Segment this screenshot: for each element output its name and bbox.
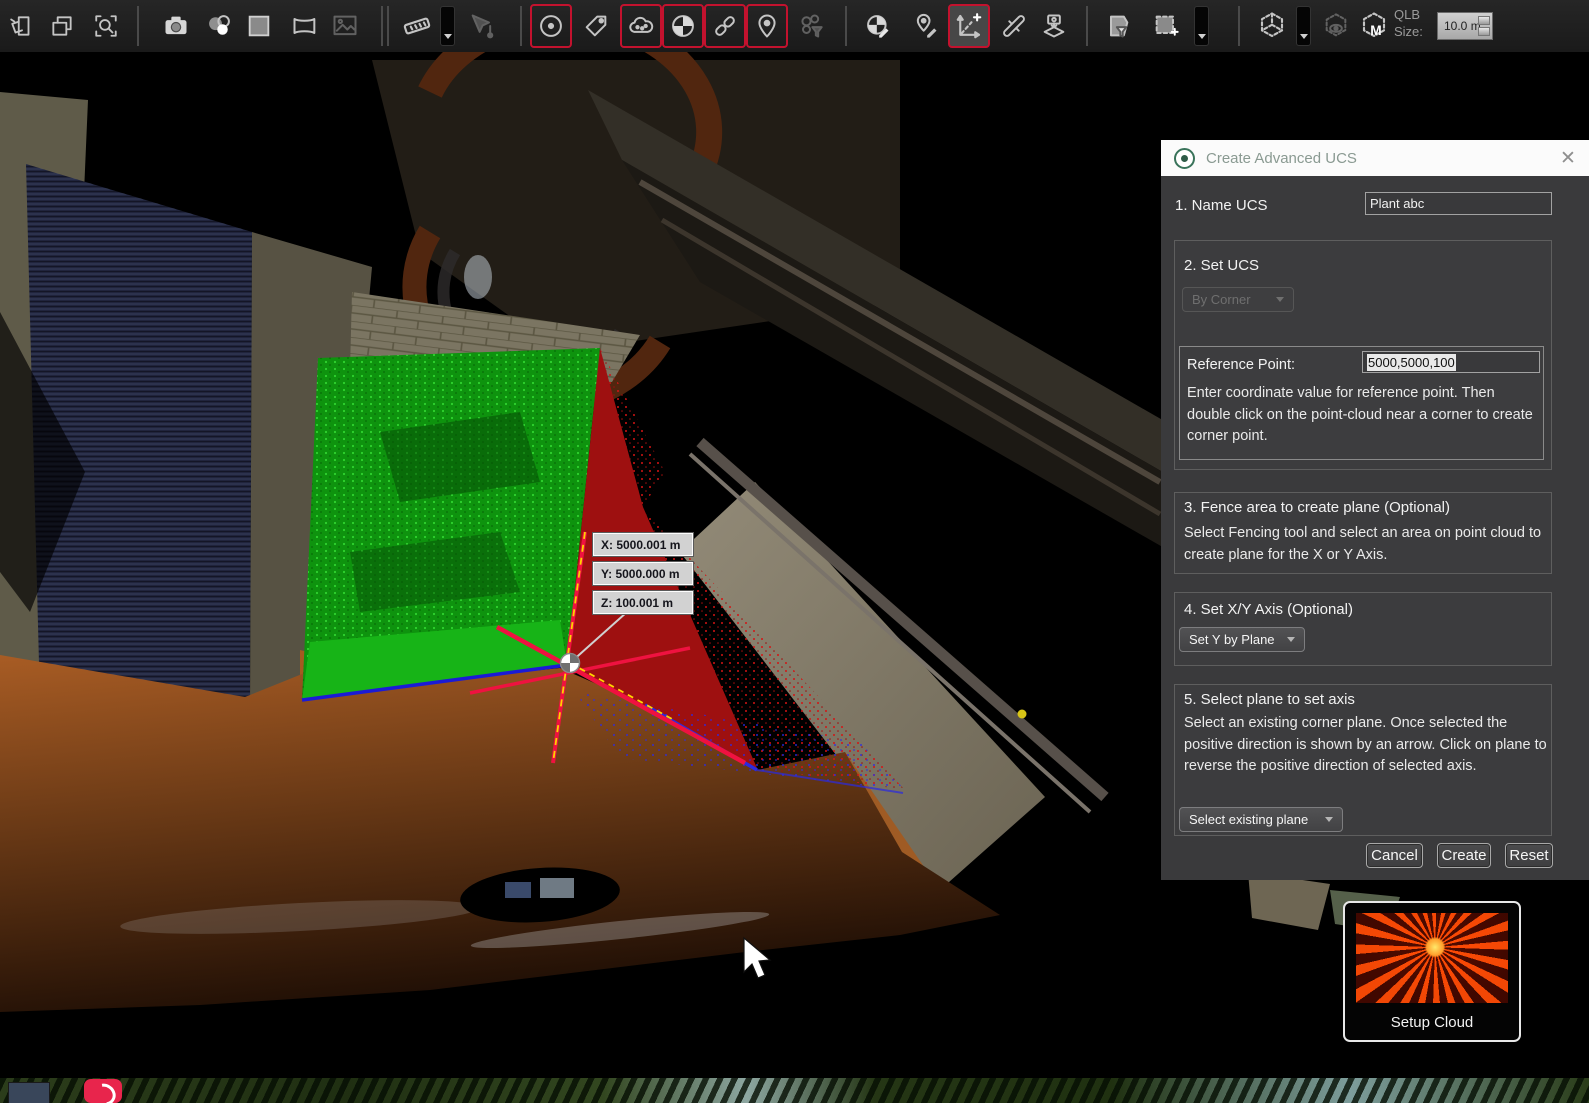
name-ucs-input[interactable]: Plant abc [1365,192,1552,215]
ruler-icon[interactable] [400,4,434,48]
chevron-down-icon [444,34,452,39]
setup-cloud-label: Setup Cloud [1345,1014,1519,1031]
create-button[interactable]: Create [1437,843,1491,868]
select-plane-dropdown[interactable]: Select existing plane [1179,807,1343,832]
photo-thumbnail[interactable] [8,1082,50,1103]
cancel-button[interactable]: Cancel [1366,843,1423,868]
cube-model-icon[interactable]: M [1354,4,1394,48]
pipe-glint [464,255,492,299]
set-ucs-label: 2. Set UCS [1184,257,1259,274]
svg-text:M: M [1370,23,1381,38]
location-pin-icon[interactable] [746,4,788,48]
reset-button[interactable]: Reset [1505,843,1553,868]
view-cube-icon[interactable] [1252,4,1292,48]
point-marker-icon[interactable] [530,4,572,48]
toolbar-divider [520,6,522,46]
select-plane-instructions: Select an existing corner plane. Once se… [1184,713,1550,778]
set-ucs-dropdown-value: By Corner [1192,292,1251,307]
tag-annotation-icon[interactable] [576,4,616,48]
reference-point-label: Reference Point: [1187,357,1295,373]
dialog-header[interactable]: Create Advanced UCS ✕ [1161,140,1589,176]
color-balls-icon[interactable] [199,4,239,48]
cube-dropdown[interactable] [1296,6,1311,46]
close-icon[interactable]: ✕ [1557,147,1579,170]
toolbar-divider [1238,6,1240,46]
main-toolbar: M QLBSize: 10.0 m [0,0,1589,53]
create-advanced-ucs-dialog: Create Advanced UCS ✕ 1. Name UCS Plant … [1161,140,1589,880]
panorama-photo-strip[interactable] [0,1078,1589,1103]
fence-area-group: 3. Fence area to create plane (Optional)… [1174,492,1552,574]
set-ucs-dropdown[interactable]: By Corner [1182,287,1294,312]
name-ucs-label: 1. Name UCS [1175,197,1268,214]
qlb-size-label: QLBSize: [1394,6,1423,40]
camera-icon[interactable] [156,4,196,48]
chevron-down-icon [1325,817,1333,822]
toolbar-divider [137,6,139,46]
clipping-palette-icon[interactable] [1098,4,1138,48]
reference-point-box: Reference Point: 5000,5000,100 Enter coo… [1179,346,1544,460]
toolbar-divider [387,6,389,46]
chevron-down-icon [1300,34,1308,39]
toolbar-divider [381,6,383,46]
reference-point-input[interactable]: 5000,5000,100 [1362,351,1540,373]
edit-target-icon[interactable] [858,4,898,48]
dialog-title: Create Advanced UCS [1206,150,1357,167]
selection-dropdown[interactable] [1194,6,1209,46]
reference-point-value: 5000,5000,100 [1367,354,1456,371]
create-ucs-icon[interactable] [948,4,990,48]
qlb-size-input[interactable]: 10.0 m [1437,12,1493,40]
select-plane-label: 5. Select plane to set axis [1184,691,1355,708]
hole-object [540,878,574,898]
reference-point-instructions: Enter coordinate value for reference poi… [1187,383,1541,448]
green-corner-plane[interactable] [302,348,600,700]
set-axis-label: 4. Set X/Y Axis (Optional) [1184,601,1353,618]
link-measure-icon[interactable] [704,4,746,48]
selection-rect-icon[interactable] [1146,4,1186,48]
select-plane-group: 5. Select plane to set axis Select an ex… [1174,684,1552,836]
toolbar-divider [1086,6,1088,46]
panorama-icon[interactable] [285,4,325,48]
qlb-spinner-buttons[interactable] [1478,16,1490,36]
tooltip-x: X: 5000.001 m [593,533,693,556]
tooltip-y: Y: 5000.000 m [593,562,693,585]
toolbar-divider [845,6,847,46]
measure-wand-icon[interactable] [994,4,1034,48]
zoom-region-icon[interactable] [86,4,126,48]
solid-square-icon[interactable] [239,4,279,48]
yellow-marker [1018,710,1027,719]
hole-object [505,882,531,898]
set-ucs-group: 2. Set UCS By Corner Reference Point: 50… [1174,240,1552,470]
cursor-temperature-icon[interactable] [462,4,502,48]
fence-area-instructions: Select Fencing tool and select an area o… [1184,523,1544,566]
projector-icon[interactable] [1034,4,1074,48]
ucs-dialog-icon [1174,148,1195,169]
setup-cloud-image [1356,913,1508,1003]
select-plane-dropdown-value: Select existing plane [1189,812,1308,827]
tooltip-z: Z: 100.001 m [593,591,693,614]
palm-fronds [0,1078,1589,1103]
setup-cloud-thumbnail[interactable]: Setup Cloud [1343,901,1521,1042]
filter-targets-icon[interactable] [790,4,830,48]
import-project-icon[interactable] [2,4,42,48]
cloud-annotation-icon[interactable] [620,4,662,48]
set-axis-group: 4. Set X/Y Axis (Optional) Set Y by Plan… [1174,592,1552,666]
set-axis-dropdown[interactable]: Set Y by Plane [1179,627,1305,652]
image-icon[interactable] [325,4,365,48]
target-sphere-icon[interactable] [662,4,704,48]
ruler-dropdown[interactable] [440,6,455,46]
fence-area-label: 3. Fence area to create plane (Optional) [1184,499,1450,516]
windows-layout-icon[interactable] [42,4,82,48]
edit-pin-icon[interactable] [906,4,946,48]
chevron-down-icon [1198,34,1206,39]
cube-eye-icon[interactable] [1316,4,1356,48]
chevron-down-icon [1287,637,1295,642]
chevron-down-icon [1276,297,1284,302]
faro-logo-icon[interactable] [84,1079,122,1103]
set-axis-dropdown-value: Set Y by Plane [1189,632,1275,647]
